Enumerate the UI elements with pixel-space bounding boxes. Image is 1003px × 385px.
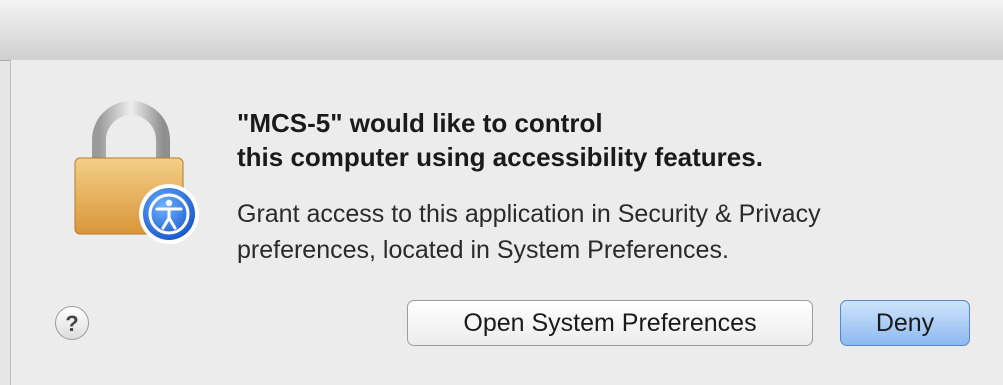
dialog-message: Grant access to this application in Secu… [237, 196, 997, 268]
window-title-bar [0, 0, 1003, 61]
heading-line-1: "MCS-5" would like to control [237, 108, 603, 138]
accessibility-permission-dialog: "MCS-5" would like to control this compu… [10, 60, 1003, 385]
lock-icon [74, 101, 199, 244]
message-line-2: preferences, located in System Preferenc… [237, 236, 729, 264]
help-button[interactable]: ? [55, 306, 89, 340]
message-line-1: Grant access to this application in Secu… [237, 200, 821, 228]
deny-button[interactable]: Deny [840, 300, 970, 346]
dialog-heading: "MCS-5" would like to control this compu… [237, 106, 997, 174]
heading-line-2: this computer using accessibility featur… [237, 142, 763, 172]
open-system-preferences-button[interactable]: Open System Preferences [407, 300, 813, 346]
accessibility-icon [139, 184, 199, 244]
